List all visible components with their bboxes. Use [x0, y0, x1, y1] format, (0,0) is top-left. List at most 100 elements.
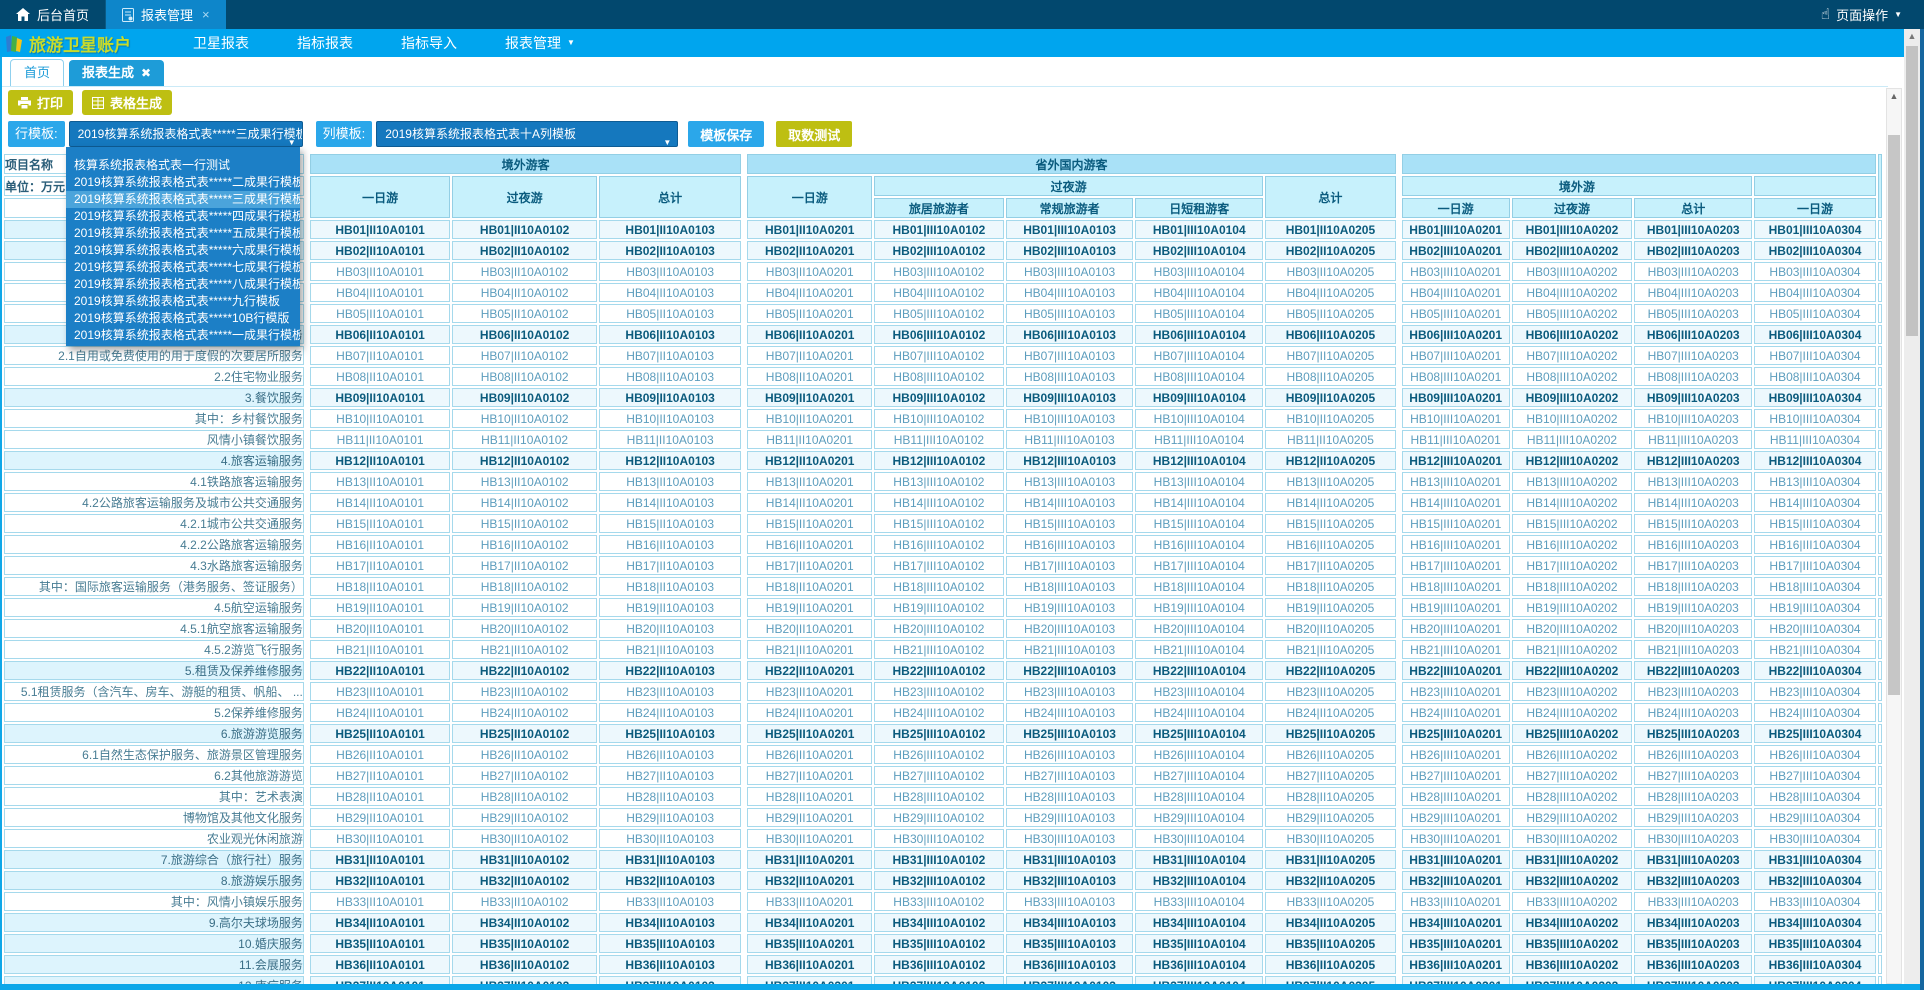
caret-down-icon: ▼	[663, 131, 671, 147]
code-cell: HB23|III10A0102	[874, 682, 1004, 701]
code-cell: HB34|III10A0201	[1402, 913, 1510, 932]
code-cell: HB36|III10A0102	[874, 955, 1004, 974]
dropdown-option[interactable]: 2019核算系统报表格式表*****六成果行模板	[66, 242, 300, 259]
code-cell: HB24|II10A0205	[1265, 703, 1396, 722]
menu-item-2[interactable]: 指标导入	[384, 29, 474, 57]
code-cell: HB36|III10A0202	[1512, 955, 1633, 974]
dropdown-option[interactable]: 核算系统报表格式表一行测试	[66, 157, 300, 174]
code-cell: HB20|II10A0101	[310, 619, 451, 638]
table-row: 8.旅游娱乐服务HB32|II10A0101HB32|II10A0102HB32…	[4, 871, 1882, 890]
close-icon[interactable]: ✖	[141, 60, 151, 86]
table-scrollbar[interactable]: ▲	[1886, 88, 1902, 984]
code-cell: HB13|III10A0201	[1402, 472, 1510, 491]
column-subheader: 总计	[1634, 198, 1752, 218]
code-cell: HB23|III10A0103	[1006, 682, 1134, 701]
page-scrollbar-thumb[interactable]	[1906, 46, 1918, 336]
code-cell: HB36|III10A0203	[1634, 955, 1752, 974]
code-cell: HB31|III10A0103	[1006, 850, 1134, 869]
code-cell: HB24|III10A0304	[1754, 703, 1876, 722]
table-row: 6.2其他旅游游览HB27|II10A0101HB27|II10A0102HB2…	[4, 766, 1882, 785]
table-row: 农业观光休闲旅游HB30|II10A0101HB30|II10A0102HB30…	[4, 829, 1882, 848]
code-cell: HB02|II10A0102	[452, 241, 597, 260]
table-row: 2.1自用或免费使用的用于度假的次要居所服务HB07|II10A0101HB07…	[4, 346, 1882, 365]
code-cell: HB32|III10A0201	[1402, 871, 1510, 890]
code-cell: HB03|III10A0304	[1754, 262, 1876, 281]
scroll-up-icon[interactable]: ▲	[1887, 89, 1901, 104]
code-cell: HB37|III10A0103	[1006, 976, 1134, 984]
close-icon[interactable]: ×	[202, 7, 210, 22]
code-cell: HB14|III10A0103	[1006, 493, 1134, 512]
code-cell: HB24|III10A0103	[1006, 703, 1134, 722]
column-header: 总计	[1265, 176, 1396, 218]
cutoff-cell	[1878, 430, 1882, 449]
tab-home[interactable]: 首页	[10, 59, 64, 86]
code-cell: HB04|II10A0201	[747, 283, 872, 302]
code-cell: HB36|III10A0103	[1006, 955, 1134, 974]
code-cell: HB10|III10A0202	[1512, 409, 1633, 428]
code-cell: HB25|II10A0201	[747, 724, 872, 743]
code-cell: HB15|III10A0104	[1135, 514, 1263, 533]
code-cell: HB12|II10A0205	[1265, 451, 1396, 470]
code-cell: HB19|II10A0201	[747, 598, 872, 617]
dropdown-option[interactable]: 2019核算系统报表格式表*****四成果行模板	[66, 208, 300, 225]
dropdown-option[interactable]: 2019核算系统报表格式表*****10B行模版	[66, 310, 300, 327]
dropdown-option[interactable]: 2019核算系统报表格式表*****九行模板	[66, 293, 300, 310]
code-cell: HB20|II10A0201	[747, 619, 872, 638]
cutoff-cell	[1878, 724, 1882, 743]
code-cell: HB06|III10A0103	[1006, 325, 1134, 344]
code-cell: HB32|III10A0202	[1512, 871, 1633, 890]
menu-item-1[interactable]: 指标报表	[280, 29, 370, 57]
row-label: 风情小镇餐饮服务	[4, 430, 304, 449]
table-row: 4.5航空运输服务HB19|II10A0101HB19|II10A0102HB1…	[4, 598, 1882, 617]
code-cell: HB02|II10A0201	[747, 241, 872, 260]
table-generate-button[interactable]: 表格生成	[82, 90, 172, 115]
code-cell: HB09|III10A0304	[1754, 388, 1876, 407]
code-cell: HB06|III10A0201	[1402, 325, 1510, 344]
top-tab-report-management[interactable]: 报表管理 ×	[106, 0, 226, 29]
dropdown-option[interactable]: 2019核算系统报表格式表*****五成果行模板	[66, 225, 300, 242]
dropdown-option[interactable]: 2019核算系统报表格式表*****二成果行模板	[66, 174, 300, 191]
dropdown-option[interactable]: 2019核算系统报表格式表*****一成果行模板	[66, 327, 300, 344]
page-actions-menu[interactable]: ☝ 页面操作 ▼	[1821, 0, 1902, 29]
code-cell: HB13|II10A0205	[1265, 472, 1396, 491]
code-cell: HB36|III10A0201	[1402, 955, 1510, 974]
code-cell: HB24|II10A0201	[747, 703, 872, 722]
code-cell: HB31|III10A0201	[1402, 850, 1510, 869]
tab-report-generation[interactable]: 报表生成 ✖	[69, 60, 164, 86]
menu-item-3[interactable]: 报表管理▼	[488, 29, 592, 57]
code-cell: HB12|II10A0102	[452, 451, 597, 470]
scroll-up-icon[interactable]: ▲	[1904, 29, 1920, 44]
dropdown-option[interactable]: 2019核算系统报表格式表*****三成果行模板	[66, 191, 300, 208]
table-scrollbar-thumb[interactable]	[1888, 135, 1900, 695]
code-cell: HB04|III10A0201	[1402, 283, 1510, 302]
code-cell: HB02|II10A0101	[310, 241, 451, 260]
template-save-button[interactable]: 模板保存	[688, 121, 764, 147]
code-cell: HB33|III10A0201	[1402, 892, 1510, 911]
code-cell: HB03|II10A0201	[747, 262, 872, 281]
cutoff-cell	[1878, 577, 1882, 596]
cutoff-cell	[1878, 535, 1882, 554]
print-button[interactable]: 打印	[8, 90, 73, 115]
group-header-domestic: 省外国内游客	[747, 154, 1395, 174]
code-cell: HB14|III10A0203	[1634, 493, 1752, 512]
fetch-test-button[interactable]: 取数测试	[776, 121, 852, 147]
cutoff-cell	[1878, 262, 1882, 281]
code-cell: HB23|III10A0104	[1135, 682, 1263, 701]
code-cell: HB26|II10A0102	[452, 745, 597, 764]
code-cell: HB13|II10A0101	[310, 472, 451, 491]
code-cell: HB34|II10A0101	[310, 913, 451, 932]
page-scrollbar[interactable]: ▲	[1904, 29, 1920, 990]
cutoff-cell	[1878, 367, 1882, 386]
top-tab-backstage-home[interactable]: 后台首页	[0, 0, 106, 29]
code-cell: HB09|II10A0101	[310, 388, 451, 407]
hand-pointer-icon: ☝	[1821, 7, 1830, 22]
col-template-select[interactable]: 2019核算系统报表格式表十A列模板 ▼	[376, 121, 678, 147]
code-cell: HB06|II10A0201	[747, 325, 872, 344]
code-cell: HB07|III10A0103	[1006, 346, 1134, 365]
row-template-select[interactable]: 2019核算系统报表格式表*****三成果行模板 ▼	[69, 121, 303, 147]
dropdown-option[interactable]: 2019核算系统报表格式表*****七成果行模板	[66, 259, 300, 276]
menu-item-0[interactable]: 卫星报表	[176, 29, 266, 57]
code-cell: HB21|II10A0102	[452, 640, 597, 659]
code-cell: HB09|III10A0102	[874, 388, 1004, 407]
dropdown-option[interactable]: 2019核算系统报表格式表*****八成果行模板	[66, 276, 300, 293]
